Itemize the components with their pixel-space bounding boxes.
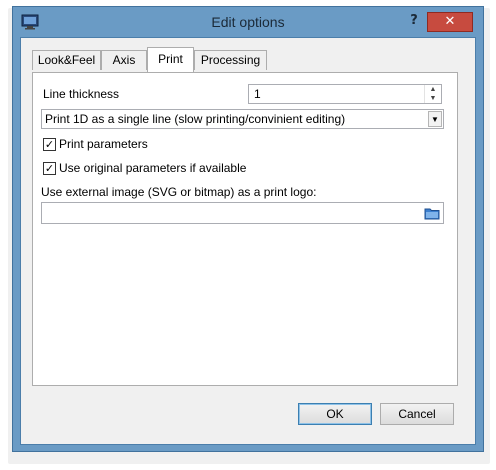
tab-axis[interactable]: Axis (101, 50, 147, 70)
use-original-parameters-label: Use original parameters if available (59, 161, 247, 175)
line-thickness-value[interactable]: 1 (254, 87, 261, 101)
print-logo-label: Use external image (SVG or bitmap) as a … (41, 185, 317, 199)
ok-button[interactable]: OK (298, 403, 372, 425)
spin-down-icon[interactable]: ▼ (425, 94, 441, 103)
spin-up-icon[interactable]: ▲ (425, 85, 441, 94)
tab-print[interactable]: Print (147, 47, 194, 72)
cancel-button[interactable]: Cancel (380, 403, 454, 425)
help-button[interactable]: ? (403, 11, 425, 31)
print-mode-select[interactable]: Print 1D as a single line (slow printing… (41, 109, 444, 129)
line-thickness-spinbox[interactable]: 1 ▲ ▼ (248, 84, 442, 104)
chevron-down-icon[interactable]: ▼ (428, 111, 442, 127)
line-thickness-label: Line thickness (43, 87, 120, 101)
use-original-parameters-checkbox[interactable]: ✓ (43, 162, 56, 175)
title-bar[interactable]: Edit options ? ✕ (13, 7, 483, 37)
tab-processing[interactable]: Processing (194, 50, 267, 70)
close-button[interactable]: ✕ (427, 12, 473, 32)
folder-icon[interactable] (424, 206, 440, 220)
tab-look-and-feel[interactable]: Look&Feel (32, 50, 101, 70)
print-parameters-label: Print parameters (59, 137, 148, 151)
print-parameters-checkbox[interactable]: ✓ (43, 138, 56, 151)
print-mode-value: Print 1D as a single line (slow printing… (45, 112, 346, 126)
print-logo-path-input[interactable] (41, 202, 444, 224)
spin-arrows: ▲ ▼ (424, 85, 441, 103)
